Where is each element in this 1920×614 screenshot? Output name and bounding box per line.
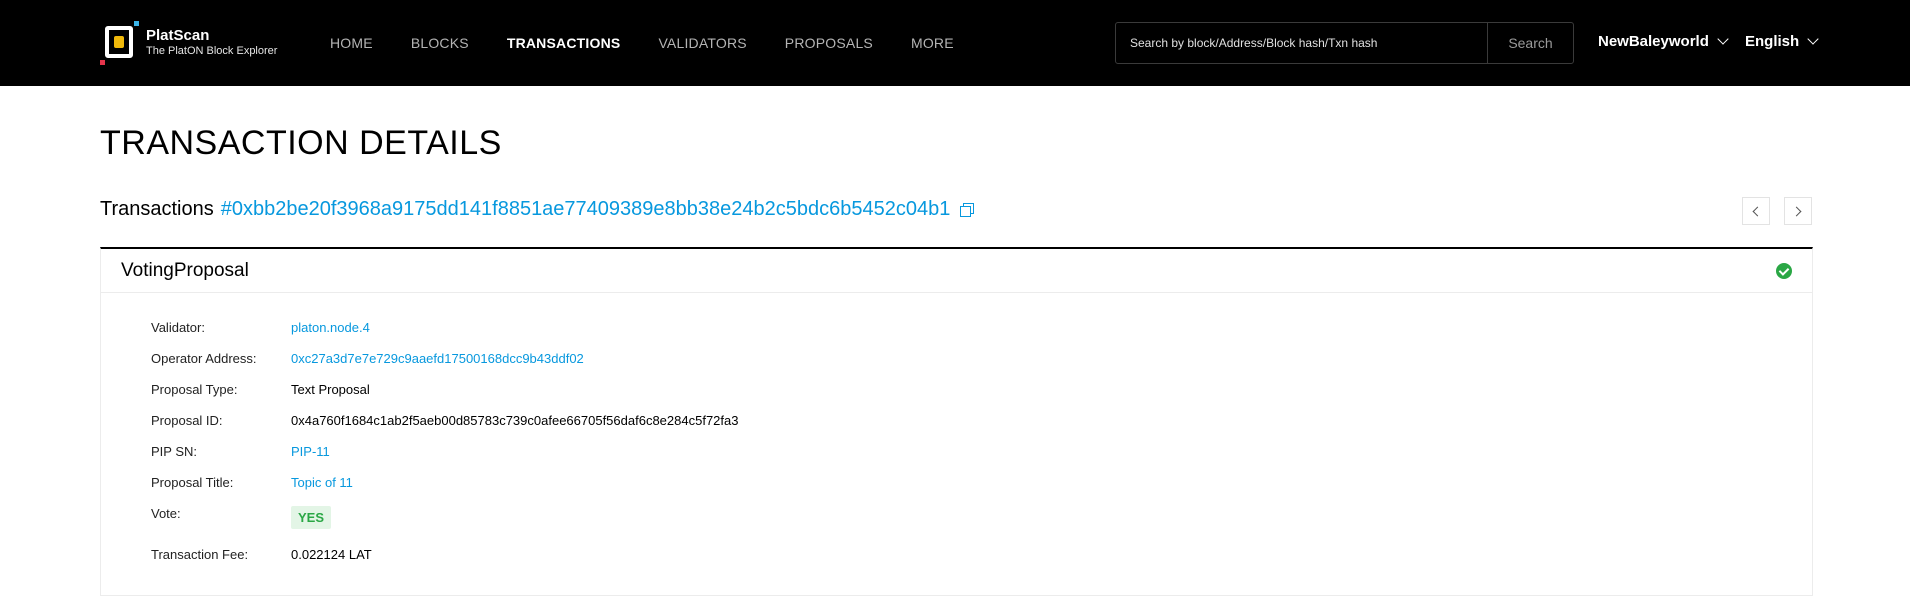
detail-row-operator-address: Operator Address: 0xc27a3d7e7e729c9aaefd… (151, 351, 951, 366)
chevron-down-icon (1717, 33, 1729, 45)
nav-blocks[interactable]: BLOCKS (411, 35, 469, 51)
platscan-logo-icon (100, 20, 140, 65)
chevron-down-icon (1807, 33, 1819, 45)
page-scrollbar[interactable] (1910, 0, 1920, 614)
operator-address-link[interactable]: 0xc27a3d7e7e729c9aaefd17500168dcc9b43ddf… (291, 351, 584, 366)
nav-validators[interactable]: VALIDATORS (658, 35, 746, 51)
top-navbar: PlatScan The PlatON Block Explorer HOME … (0, 0, 1910, 86)
language-dropdown[interactable]: English (1745, 33, 1819, 50)
proposal-title-link[interactable]: Topic of 11 (291, 475, 353, 490)
transaction-detail-card: VotingProposal Validator: platon.node.4 … (100, 247, 1813, 596)
detail-row-proposal-title: Proposal Title: Topic of 11 (151, 475, 951, 490)
detail-label: Proposal Type: (151, 382, 238, 397)
brand-name: PlatScan (146, 26, 210, 44)
language-label: English (1745, 33, 1800, 50)
detail-label: Proposal ID: (151, 413, 223, 428)
logo[interactable]: PlatScan The PlatON Block Explorer (100, 20, 278, 65)
detail-row-transaction-fee: Transaction Fee: 0.022124 LAT (151, 547, 951, 562)
success-check-icon (1776, 262, 1792, 279)
validator-link[interactable]: platon.node.4 (291, 320, 370, 335)
nav-more[interactable]: MORE (911, 35, 954, 51)
transactions-prefix: Transactions (100, 198, 214, 220)
detail-row-pip-sn: PIP SN: PIP-11 (151, 444, 951, 459)
detail-row-validator: Validator: platon.node.4 (151, 320, 951, 335)
search-input[interactable] (1116, 23, 1487, 63)
proposal-type-value: Text Proposal (291, 382, 370, 397)
nav-home[interactable]: HOME (330, 35, 373, 51)
detail-row-proposal-type: Proposal Type: Text Proposal (151, 382, 951, 397)
detail-row-vote: Vote: YES (151, 506, 951, 529)
transaction-header: Transactions #0xbb2be20f3968a9175dd141f8… (100, 198, 975, 221)
nav-transactions[interactable]: TRANSACTIONS (507, 35, 621, 51)
copy-icon[interactable] (960, 202, 975, 217)
search-button[interactable]: Search (1487, 23, 1573, 63)
page-title: TRANSACTION DETAILS (100, 124, 502, 162)
card-header: VotingProposal (101, 249, 1812, 293)
pip-sn-link[interactable]: PIP-11 (291, 444, 330, 459)
transaction-fee-value: 0.022124 LAT (291, 547, 372, 562)
main-nav: HOME BLOCKS TRANSACTIONS VALIDATORS PROP… (330, 35, 992, 51)
prev-transaction-button[interactable] (1742, 197, 1770, 225)
proposal-id-value: 0x4a760f1684c1ab2f5aeb00d85783c739c0afee… (291, 413, 739, 428)
nav-proposals[interactable]: PROPOSALS (785, 35, 873, 51)
detail-label: Vote: (151, 506, 181, 521)
transaction-hash[interactable]: #0xbb2be20f3968a9175dd141f8851ae77409389… (221, 198, 951, 221)
network-dropdown[interactable]: NewBaleyworld (1598, 33, 1729, 50)
detail-row-proposal-id: Proposal ID: 0x4a760f1684c1ab2f5aeb00d85… (151, 413, 951, 428)
transaction-type: VotingProposal (121, 259, 249, 281)
chevron-right-icon (1791, 206, 1802, 216)
detail-label: Proposal Title: (151, 475, 234, 490)
detail-label: PIP SN: (151, 444, 198, 459)
detail-label: Transaction Fee: (151, 547, 249, 562)
brand-subtitle: The PlatON Block Explorer (146, 44, 278, 57)
chevron-left-icon (1752, 206, 1763, 216)
next-transaction-button[interactable] (1784, 197, 1812, 225)
vote-badge: YES (291, 506, 332, 529)
search-bar: Search (1115, 22, 1574, 64)
network-label: NewBaleyworld (1598, 33, 1709, 50)
detail-label: Operator Address: (151, 351, 257, 366)
detail-label: Validator: (151, 320, 205, 335)
